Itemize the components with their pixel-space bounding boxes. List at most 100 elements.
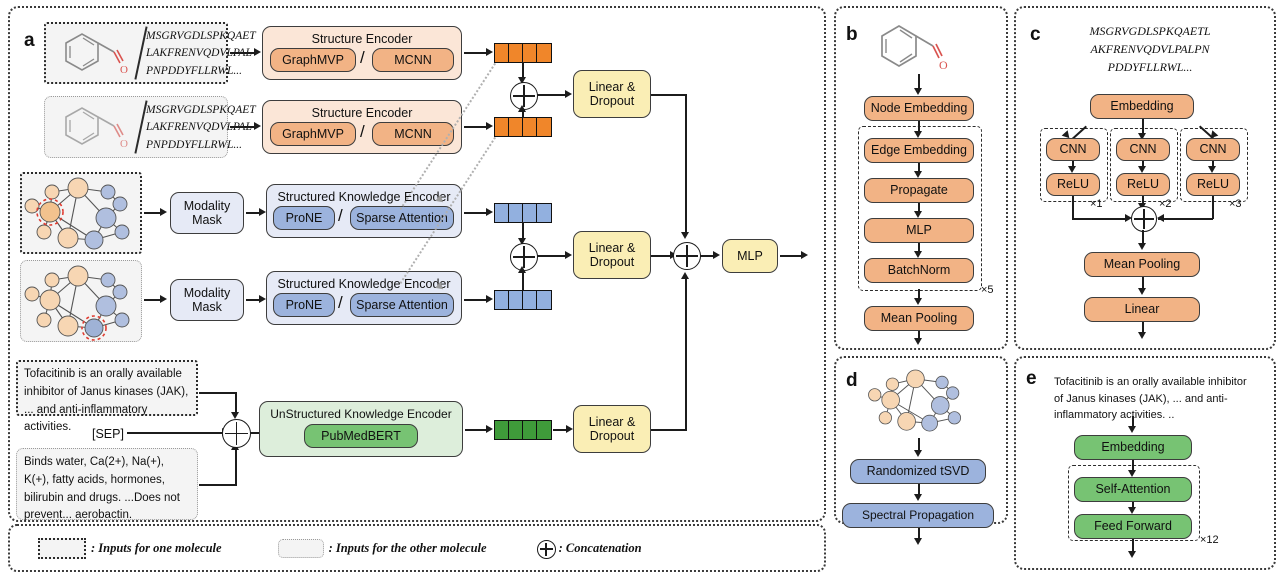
linear-dropout-line2: Dropout (589, 255, 635, 269)
legend-item-3: : Concatenation (536, 539, 642, 559)
structure-encoder-title: Structure Encoder (311, 106, 413, 120)
panel-c-embedding[interactable]: Embedding (1090, 94, 1194, 119)
panel-c-branch-2-cnn[interactable]: CNN (1116, 138, 1170, 161)
arrow-line (537, 94, 567, 96)
linear-dropout-line1: Linear & (588, 79, 636, 94)
panel-b-step-mean-pooling[interactable]: Mean Pooling (864, 306, 974, 331)
mlp-output-block[interactable]: MLP (722, 239, 778, 273)
arrow-head (914, 450, 922, 457)
structure-encoder-2-graphmvp[interactable]: GraphMVP (270, 122, 356, 146)
arrow-line (464, 126, 488, 128)
arrow-head (486, 295, 493, 303)
feature-vector-text (494, 420, 552, 440)
arrow-head (486, 48, 493, 56)
panel-c-branch-3-relu[interactable]: ReLU (1186, 173, 1240, 196)
panel-b-step-mlp[interactable]: MLP (864, 218, 974, 243)
legend-label-3: : Concatenation (558, 540, 642, 555)
arrow-line (1212, 196, 1214, 219)
panel-b-step-node-embedding[interactable]: Node Embedding (864, 96, 974, 121)
panel-e-text: Tofacitinib is an orally available inhib… (1054, 376, 1247, 421)
panel-c-branch-3-cnn[interactable]: CNN (1186, 138, 1240, 161)
arrow-head (518, 266, 526, 273)
structured-encoder-1-prone[interactable]: ProNE (273, 206, 335, 230)
knowledge-graph-2 (24, 262, 140, 341)
panel-e-embedding[interactable]: Embedding (1074, 435, 1192, 460)
panel-c-linear[interactable]: Linear (1084, 297, 1200, 322)
panel-c-letter: c (1030, 24, 1041, 45)
arrow-head (681, 232, 689, 239)
panel-d-knowledge-graph (864, 369, 974, 432)
structure-encoder-1-mcnn[interactable]: MCNN (372, 48, 454, 72)
modality-mask-line2: Mask (192, 213, 222, 227)
structured-encoder-2-sparse-attention[interactable]: Sparse Attention (350, 293, 454, 317)
structure-encoder-1-graphmvp[interactable]: GraphMVP (270, 48, 356, 72)
arrow-head (914, 298, 922, 305)
legend: : Inputs for one molecule : Inputs for t… (8, 524, 826, 572)
panel-b-step-edge-embedding[interactable]: Edge Embedding (864, 138, 974, 163)
panel-b-step-batchnorm[interactable]: BatchNorm (864, 258, 974, 283)
panel-e-feed-forward[interactable]: Feed Forward (1074, 514, 1192, 539)
arrow-head (1128, 426, 1136, 433)
linear-dropout-line1: Linear & (588, 240, 636, 255)
arrow-head (486, 425, 493, 433)
arrow-head (914, 251, 922, 258)
sequence-line-2: LAKFRENVQDVLPAL (146, 121, 252, 134)
panel-c-branch-1-relu[interactable]: ReLU (1046, 173, 1100, 196)
linear-dropout-knowledge[interactable]: Linear & Dropout (573, 231, 651, 279)
modality-mask-1[interactable]: Modality Mask (170, 192, 244, 234)
concat-icon-final (673, 242, 701, 270)
linear-dropout-line1: Linear & (588, 414, 636, 429)
modality-mask-2[interactable]: Modality Mask (170, 279, 244, 321)
unstructured-encoder-title: UnStructured Knowledge Encoder (270, 407, 452, 421)
molecule-structure-1: O (56, 30, 134, 76)
panel-c-concat-icon (1131, 206, 1157, 232)
arrow-line (1072, 218, 1128, 220)
panel-c-mean-pooling[interactable]: Mean Pooling (1084, 252, 1200, 277)
legend-label-1: : Inputs for one molecule (91, 540, 222, 555)
arrow-head (1138, 332, 1146, 339)
concat-icon-text (222, 419, 251, 448)
arrow-line (199, 484, 237, 486)
svg-text:O: O (939, 58, 948, 72)
structured-encoder-2-separator: / (338, 293, 343, 312)
panel-c-sequence-line-1: MSGRVGDLSPKQAETL (1089, 24, 1211, 38)
arrow-line (235, 392, 237, 414)
svg-text:O: O (120, 64, 128, 76)
arrow-line (127, 432, 225, 434)
structured-encoder-2-prone[interactable]: ProNE (273, 293, 335, 317)
arrow-head (160, 295, 167, 303)
sequence-line-2: LAKFRENVQDVLPAL (146, 47, 252, 60)
arrow-head (914, 88, 922, 95)
arrow-line (230, 52, 256, 54)
text-input-2: Binds water, Ca(2+), Na(+), K(+), fatty … (24, 456, 180, 522)
panel-c-branch-1-cnn[interactable]: CNN (1046, 138, 1100, 161)
legend-item-1: : Inputs for one molecule (38, 537, 222, 559)
panel-d-randomized-tsvd[interactable]: Randomized tSVD (850, 459, 986, 484)
feature-vector-knowledge-2 (494, 290, 552, 310)
arrow-head (914, 338, 922, 345)
modality-mask-line1: Modality (183, 198, 231, 213)
arrow-line (464, 52, 488, 54)
unstructured-encoder-pubmedbert[interactable]: PubMedBERT (304, 424, 418, 448)
arrow-head (1128, 470, 1136, 477)
structured-encoder-title: Structured Knowledge Encoder (277, 190, 451, 204)
linear-dropout-structure[interactable]: Linear & Dropout (573, 70, 651, 118)
panel-b-molecule: O (872, 22, 956, 72)
arrow-line (651, 94, 687, 96)
structured-encoder-1-separator: / (338, 206, 343, 225)
panel-d-spectral-propagation[interactable]: Spectral Propagation (842, 503, 994, 528)
arrow-line (537, 255, 567, 257)
structure-encoder-2-separator: / (360, 122, 365, 141)
arrow-head (681, 272, 689, 279)
sequence-line-1: MSGRVGDLSPKQAET (146, 30, 256, 42)
panel-b-step-propagate[interactable]: Propagate (864, 178, 974, 203)
arrow-head (801, 251, 808, 259)
panel-c-branch-2-relu[interactable]: ReLU (1116, 173, 1170, 196)
arrow-head (1208, 166, 1216, 173)
linear-dropout-text[interactable]: Linear & Dropout (573, 405, 651, 453)
arrow-head (713, 251, 720, 259)
sequence-line-1: MSGRVGDLSPKQAET (146, 104, 256, 116)
arrow-head (160, 208, 167, 216)
panel-c-sequence: MSGRVGDLSPKQAETL AKFRENVQDVLPALPN PDDYFL… (1050, 22, 1250, 76)
panel-e-self-attention[interactable]: Self-Attention (1074, 477, 1192, 502)
